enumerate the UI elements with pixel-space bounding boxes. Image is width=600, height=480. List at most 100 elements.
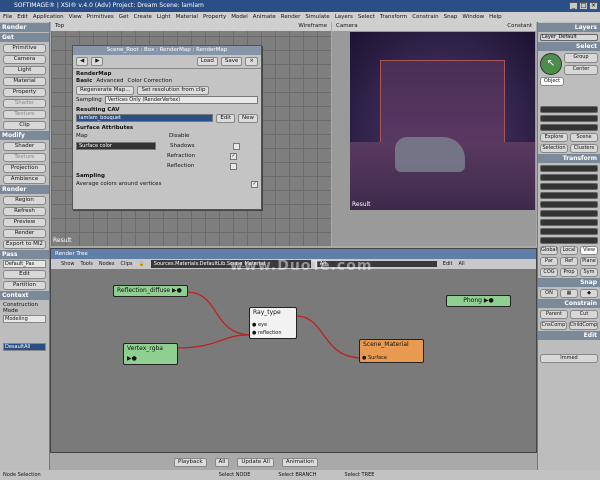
menu-edit[interactable]: Edit <box>17 12 28 22</box>
menu-help[interactable]: Help <box>489 12 502 22</box>
tree-edit-button[interactable]: Edit <box>443 261 453 267</box>
view-button[interactable]: View <box>580 246 598 255</box>
snap-grid-icon[interactable]: ▦ <box>560 289 578 298</box>
export-mi2-button[interactable]: Export to MI2 <box>3 240 46 249</box>
phong-node[interactable]: Phong ▶● <box>446 295 511 307</box>
get-material-button[interactable]: Material <box>3 77 46 86</box>
sym-button[interactable]: Sym <box>580 268 598 277</box>
menu-transform[interactable]: Transform <box>380 12 407 22</box>
modify-shader-button[interactable]: Shader <box>3 142 46 151</box>
menu-light[interactable]: Light <box>157 12 171 22</box>
local-button[interactable]: Local <box>560 246 578 255</box>
cav-new-button[interactable]: New <box>238 113 258 123</box>
immed-button[interactable]: Immed <box>540 354 598 363</box>
dialog-load-button[interactable]: Load <box>196 57 218 66</box>
set-resolution-button[interactable]: Set resolution from clip <box>137 85 210 95</box>
tree-all-button[interactable]: All <box>458 261 464 267</box>
menu-render[interactable]: Render <box>281 12 301 22</box>
pass-select[interactable]: Default_Pas <box>3 260 46 268</box>
tab-advanced[interactable]: Advanced <box>96 78 123 84</box>
modify-ambience-button[interactable]: Ambience <box>3 175 46 184</box>
get-primitive-button[interactable]: Primitive <box>3 44 46 53</box>
average-colors-checkbox[interactable]: ✓ <box>251 180 258 188</box>
rendermap-section-title[interactable]: RenderMap <box>73 69 261 77</box>
selection-button[interactable]: Selection <box>540 144 568 153</box>
menu-get[interactable]: Get <box>119 12 129 22</box>
cnscomp-button[interactable]: CnsComp <box>540 321 567 330</box>
update-all-button[interactable]: Update All <box>237 457 274 467</box>
group-button[interactable]: Group <box>564 53 598 63</box>
get-texture-button[interactable]: Texture <box>3 110 46 119</box>
maximize-icon[interactable]: □ <box>579 2 588 10</box>
reflection-port[interactable]: ● reflection <box>252 328 282 338</box>
menu-simulate[interactable]: Simulate <box>305 12 329 22</box>
modify-projection-button[interactable]: Projection <box>3 164 46 173</box>
tab-basic[interactable]: Basic <box>76 78 92 84</box>
reflection-diffuse-node[interactable]: Reflection_diffuse ▶● <box>113 285 188 297</box>
cog-button[interactable]: COG <box>540 268 558 277</box>
tree-menu-show[interactable]: Show <box>61 261 75 267</box>
minimize-icon[interactable]: _ <box>569 2 578 10</box>
refresh-button[interactable]: Refresh <box>3 207 46 216</box>
global-button[interactable]: Global <box>540 246 558 255</box>
surface-port[interactable]: ● Surface <box>362 353 387 363</box>
get-camera-button[interactable]: Camera <box>3 55 46 64</box>
dialog-title[interactable]: Scene_Root : Box : RenderMap : RenderMap <box>73 46 261 55</box>
center-button[interactable]: Center <box>564 65 598 75</box>
sampling-select[interactable]: Vertices Only (RenderVertex) <box>104 96 258 104</box>
cav-field[interactable]: lamlam_bouquet <box>76 114 214 122</box>
prop-button[interactable]: Prop <box>560 268 578 277</box>
camera-viewport-mode[interactable]: Constant <box>507 22 532 31</box>
partition-button[interactable]: Partition <box>3 281 46 290</box>
refraction-checkbox[interactable]: ✓ <box>230 152 237 160</box>
selection-field[interactable]: DesaultAll <box>3 343 46 351</box>
menu-file[interactable]: File <box>3 12 12 22</box>
menu-layers[interactable]: Layers <box>335 12 353 22</box>
region-button[interactable]: Region <box>3 196 46 205</box>
tree-lock-icon[interactable]: 🔒 <box>139 261 145 267</box>
map-select[interactable]: Surface color <box>76 142 156 150</box>
menu-window[interactable]: Window <box>462 12 484 22</box>
get-property-button[interactable]: Property <box>3 88 46 97</box>
vertex-rgba-node[interactable]: Vertex_rgba ▶● <box>123 343 178 365</box>
menu-model[interactable]: Model <box>231 12 248 22</box>
playback-button[interactable]: Playback <box>174 457 207 467</box>
pass-edit-button[interactable]: Edit <box>3 270 46 279</box>
menu-animate[interactable]: Animate <box>253 12 276 22</box>
animation-button[interactable]: Animation <box>281 457 318 467</box>
get-light-button[interactable]: Light <box>3 66 46 75</box>
parent-button[interactable]: Parent <box>540 310 568 319</box>
tab-color-correction[interactable]: Color Correction <box>128 78 173 84</box>
preview-button[interactable]: Preview <box>3 218 46 227</box>
top-viewport-label[interactable]: Top <box>55 22 64 31</box>
snap-point-icon[interactable]: ◆ <box>580 289 598 298</box>
par-button[interactable]: Par <box>540 257 558 266</box>
cav-edit-button[interactable]: Edit <box>216 113 235 123</box>
dialog-close-icon[interactable]: × <box>245 57 258 66</box>
close-icon[interactable]: × <box>589 2 598 10</box>
plane-button[interactable]: Plane <box>580 257 598 266</box>
menu-snap[interactable]: Snap <box>444 12 458 22</box>
dialog-nav-forward-icon[interactable]: ▶ <box>91 57 104 66</box>
snap-on-button[interactable]: ON <box>540 289 558 298</box>
tree-menu-nodes[interactable]: Nodes <box>99 261 115 267</box>
tree-menu-clips[interactable]: Clips <box>120 261 132 267</box>
regenerate-map-button[interactable]: Regenerate Map... <box>76 85 135 95</box>
explore-button[interactable]: Explore <box>540 133 568 142</box>
menu-material[interactable]: Material <box>176 12 198 22</box>
cut-button[interactable]: Cut <box>570 310 598 319</box>
menu-constrain[interactable]: Constrain <box>412 12 438 22</box>
ref-button[interactable]: Ref <box>560 257 578 266</box>
layer-select[interactable]: Layer_Default <box>540 34 598 41</box>
menu-create[interactable]: Create <box>134 12 152 22</box>
menu-select[interactable]: Select <box>358 12 375 22</box>
modify-texture-button[interactable]: Texture <box>3 153 46 162</box>
childcomp-button[interactable]: ChildComp <box>568 321 598 330</box>
reflection-checkbox[interactable] <box>230 162 237 170</box>
camera-viewport-label[interactable]: Camera <box>336 22 358 31</box>
shadows-checkbox[interactable] <box>233 142 240 150</box>
menu-primitives[interactable]: Primitives <box>87 12 114 22</box>
all-button[interactable]: All <box>214 457 230 467</box>
menu-application[interactable]: Application <box>33 12 64 22</box>
get-shader-button[interactable]: Shader <box>3 99 46 108</box>
